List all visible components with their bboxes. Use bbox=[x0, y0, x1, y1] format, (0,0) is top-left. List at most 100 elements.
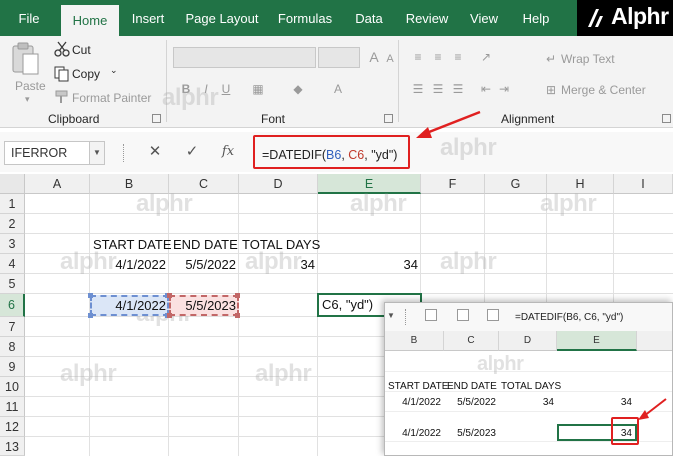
row-header-9[interactable]: 9 bbox=[0, 357, 25, 377]
font-color-icon[interactable]: A bbox=[330, 81, 346, 97]
inset-cell-e11: 34 bbox=[620, 397, 632, 408]
selection-handle[interactable] bbox=[167, 313, 172, 318]
paste-icon[interactable] bbox=[10, 42, 40, 76]
row-header-10[interactable]: 10 bbox=[0, 377, 25, 397]
clipboard-launcher-icon[interactable] bbox=[152, 114, 161, 123]
red-arrow-icon bbox=[638, 398, 667, 420]
row-header-3[interactable]: 3 bbox=[0, 234, 25, 254]
select-all-corner[interactable] bbox=[0, 174, 25, 194]
red-arrow-icon bbox=[416, 110, 481, 138]
cell-d4[interactable]: 34 bbox=[239, 257, 315, 272]
inset-column-e: E bbox=[557, 331, 637, 351]
cancel-icon[interactable]: ✕ bbox=[144, 141, 166, 163]
orientation-icon[interactable]: ↗ bbox=[478, 49, 494, 65]
cell-e4[interactable]: 34 bbox=[318, 257, 418, 272]
inset-cell-c12: 5/5/2023 bbox=[457, 428, 496, 439]
inset-cell-c11: 5/5/2022 bbox=[457, 397, 496, 408]
row-header-2[interactable]: 2 bbox=[0, 214, 25, 234]
row-header-4[interactable]: 4 bbox=[0, 254, 25, 274]
column-header-f[interactable]: F bbox=[421, 174, 485, 194]
increase-font-icon[interactable]: A bbox=[366, 49, 382, 65]
align-center-icon[interactable]: ☰ bbox=[430, 81, 446, 97]
tab-insert[interactable]: Insert bbox=[124, 0, 172, 36]
alphr-logo-icon bbox=[588, 9, 603, 27]
copy-button[interactable]: Copy bbox=[72, 67, 100, 81]
ribbon-tab-bar: File Home Insert Page Layout Formulas Da… bbox=[0, 0, 673, 36]
watermark: alphr bbox=[350, 190, 407, 217]
increase-indent-icon[interactable]: ⇥ bbox=[496, 81, 512, 97]
column-header-d[interactable]: D bbox=[239, 174, 318, 194]
tab-review[interactable]: Review bbox=[400, 0, 454, 36]
selection-handle[interactable] bbox=[235, 313, 240, 318]
wrap-text-button[interactable]: Wrap Text bbox=[561, 52, 615, 66]
borders-icon[interactable]: ▦ bbox=[250, 81, 266, 97]
row-header-5[interactable]: 5 bbox=[0, 274, 25, 294]
paste-button[interactable]: Paste bbox=[15, 79, 46, 93]
selection-handle[interactable] bbox=[88, 313, 93, 318]
cell-c3[interactable]: END DATE bbox=[173, 237, 238, 252]
alignment-launcher-icon[interactable] bbox=[662, 114, 671, 123]
row-header-6[interactable]: 6 bbox=[0, 294, 25, 317]
cell-d3[interactable]: TOTAL DAYS bbox=[242, 237, 320, 252]
decrease-font-icon[interactable]: A bbox=[382, 51, 398, 67]
align-middle-icon[interactable]: ≡ bbox=[430, 49, 446, 65]
merge-center-button[interactable]: Merge & Center bbox=[561, 83, 646, 97]
copy-dropdown-icon[interactable]: ⌄ bbox=[110, 65, 118, 76]
align-right-icon[interactable]: ☰ bbox=[450, 81, 466, 97]
merge-center-icon[interactable]: ⊞ bbox=[543, 82, 559, 98]
format-painter-icon bbox=[55, 90, 68, 103]
scissors-icon bbox=[54, 41, 70, 57]
tab-help[interactable]: Help bbox=[514, 0, 558, 36]
tab-home[interactable]: Home bbox=[61, 5, 119, 36]
font-launcher-icon[interactable] bbox=[384, 114, 393, 123]
column-header-i[interactable]: I bbox=[614, 174, 673, 194]
row-header-7[interactable]: 7 bbox=[0, 317, 25, 337]
clipboard-group-label: Clipboard bbox=[48, 112, 100, 126]
watermark: alphr bbox=[162, 84, 219, 111]
inset-dropdown-icon: ▼ bbox=[387, 311, 395, 320]
column-header-g[interactable]: G bbox=[485, 174, 547, 194]
wrap-text-icon[interactable]: ↵ bbox=[543, 51, 559, 67]
underline-icon[interactable]: U bbox=[218, 81, 234, 97]
row-header-13[interactable]: 13 bbox=[0, 437, 25, 456]
copy-icon bbox=[54, 66, 69, 82]
watermark: alphr bbox=[136, 190, 193, 217]
row-header-1[interactable]: 1 bbox=[0, 194, 25, 214]
row-header-11[interactable]: 11 bbox=[0, 397, 25, 417]
align-top-icon[interactable]: ≡ bbox=[410, 49, 426, 65]
inset-enter-icon bbox=[457, 309, 469, 321]
decrease-indent-icon[interactable]: ⇤ bbox=[478, 81, 494, 97]
cut-button[interactable]: Cut bbox=[72, 43, 91, 57]
cell-b6[interactable]: 4/1/2022 bbox=[90, 298, 166, 313]
watermark: alphr bbox=[477, 353, 524, 375]
paste-dropdown-icon[interactable]: ▾ bbox=[25, 94, 30, 105]
watermark: alphr bbox=[255, 360, 312, 387]
tab-formulas[interactable]: Formulas bbox=[272, 0, 338, 36]
ribbon-home: Paste ▾ Cut Copy ⌄ Format Painter Clipbo… bbox=[0, 36, 673, 128]
align-bottom-icon[interactable]: ≡ bbox=[450, 49, 466, 65]
tab-view[interactable]: View bbox=[463, 0, 505, 36]
row-header-8[interactable]: 8 bbox=[0, 337, 25, 357]
tab-file[interactable]: File bbox=[6, 0, 52, 36]
fill-color-icon[interactable]: ◆ bbox=[290, 81, 306, 97]
inset-column-b: B bbox=[385, 331, 444, 351]
insert-function-icon[interactable]: fx bbox=[217, 141, 239, 163]
inset-cancel-icon bbox=[425, 309, 437, 321]
ribbon-divider bbox=[398, 40, 399, 122]
format-painter-button[interactable]: Format Painter bbox=[72, 91, 151, 105]
font-name-box[interactable] bbox=[173, 47, 316, 68]
cell-c6[interactable]: 5/5/2023 bbox=[169, 298, 236, 313]
align-left-icon[interactable]: ☰ bbox=[410, 81, 426, 97]
cell-b3[interactable]: START DATE bbox=[93, 237, 172, 252]
row-header-12[interactable]: 12 bbox=[0, 417, 25, 437]
cell-b4[interactable]: 4/1/2022 bbox=[90, 257, 166, 272]
name-box-dropdown-icon[interactable]: ▼ bbox=[89, 141, 105, 165]
font-group-label: Font bbox=[261, 112, 286, 126]
cell-c4[interactable]: 5/5/2022 bbox=[169, 257, 236, 272]
tab-page-layout[interactable]: Page Layout bbox=[181, 0, 263, 36]
inset-cell-c10: END DATE bbox=[447, 381, 497, 392]
font-size-box[interactable] bbox=[318, 47, 360, 68]
tab-data[interactable]: Data bbox=[347, 0, 391, 36]
enter-icon[interactable]: ✓ bbox=[181, 141, 203, 163]
column-header-a[interactable]: A bbox=[25, 174, 90, 194]
